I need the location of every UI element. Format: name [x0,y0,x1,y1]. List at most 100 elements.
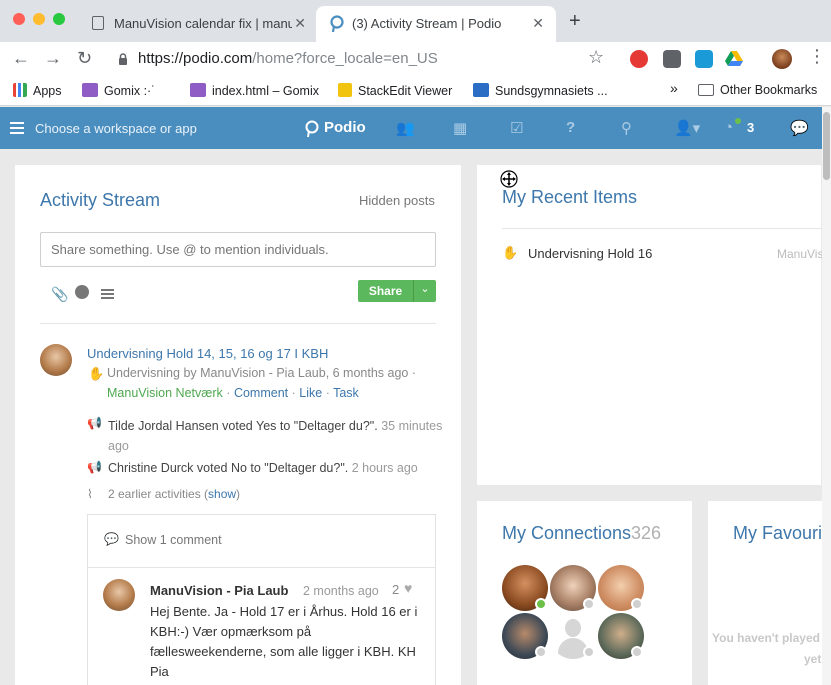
podio-header: Choose a workspace or app Podio 👥 ▦ ☑ ? … [0,107,831,149]
tab-title: ManuVision calendar fix | manu [114,16,292,31]
comment-time: 2 months ago [303,584,379,598]
connections-count: 326 [631,523,662,543]
hamburger-menu-icon[interactable] [10,122,24,124]
browser-tab-strip: ManuVision calendar fix | manu ✕ (3) Act… [0,0,831,42]
share-input[interactable] [40,232,436,267]
apps-grid-icon [13,83,27,97]
offline-status-dot [535,646,547,658]
adblock-icon[interactable] [630,50,648,68]
close-window-button[interactable] [13,13,25,25]
stackedit-icon [338,83,352,97]
star-icon[interactable]: ☆ [588,47,604,68]
attachment-icon[interactable]: 📎 [51,286,68,303]
bookmarks-bar: Apps Gomix :·˙ index.html – Gomix StackE… [0,76,831,106]
share-extension-icon[interactable] [695,50,713,68]
hand-icon: ✋ [502,245,519,260]
search-icon[interactable]: ⚲ [621,119,632,137]
divider [502,228,821,229]
bookmarks-overflow-icon[interactable]: » [670,80,678,96]
share-dropdown-chevron-icon[interactable]: ⌄ [414,282,436,300]
earlier-activities: 2 earlier activities (show) [108,487,241,501]
bookmark-gomix[interactable]: Gomix :·˙ [82,83,155,98]
show-earlier-link[interactable]: show [208,487,236,501]
activity-item-title[interactable]: Undervisning Hold 14, 15, 16 og 17 I KBH [87,346,328,361]
comment-bubble-icon: 💬 [104,532,119,546]
vote-entry: Christine Durck voted No to "Deltager du… [108,461,418,475]
format-text-icon[interactable] [101,289,114,291]
podio-favicon-icon [330,15,344,33]
move-cursor-icon [500,170,518,188]
notifications-rss-icon[interactable]: ◔ [724,119,733,136]
document-icon [92,16,104,30]
new-tab-icon[interactable]: + [569,10,581,33]
connections-card: My Connections 326 [477,501,692,685]
close-tab-icon[interactable]: ✕ [294,15,306,32]
bookmark-apps[interactable]: Apps [13,83,62,98]
comment-link[interactable]: Comment [234,386,288,400]
forward-icon[interactable]: → [44,48,62,69]
offline-status-dot [583,598,595,610]
divider [40,323,436,324]
browser-tab[interactable]: ManuVision calendar fix | manu ✕ [78,6,318,42]
workspace-chooser[interactable]: Choose a workspace or app [35,121,197,136]
bookmark-index-gomix[interactable]: index.html – Gomix [190,83,319,98]
activity-stream-card: Activity Stream Hidden posts 📎 Share ⌄ U… [15,165,461,685]
page-scrollbar[interactable] [822,107,831,685]
show-comment-link[interactable]: Show 1 comment [125,533,222,547]
close-tab-icon[interactable]: ✕ [532,15,544,32]
globe-icon[interactable] [75,285,89,299]
megaphone-icon: 📢 [87,460,102,474]
gomix-icon [82,83,98,97]
activity-item-meta: Undervisning by ManuVision - Pia Laub, 6… [107,366,417,380]
profile-avatar[interactable] [772,49,792,69]
activity-item-actions: ManuVision Netværk · Comment · Like · Ta… [107,386,359,400]
megaphone-icon: 📢 [87,416,102,430]
recent-items-card: My Recent Items ✋ Undervisning Hold 16 M… [477,165,824,485]
comment-like-count: 2 [392,582,400,597]
heart-icon[interactable]: ♥ [404,580,412,596]
bookmark-other[interactable]: Other Bookmarks [698,83,817,97]
pocket-icon[interactable] [663,50,681,68]
offline-status-dot [631,646,643,658]
recent-item-workspace: ManuVis [777,247,824,261]
tasks-icon[interactable]: ☑ [510,119,523,137]
like-link[interactable]: Like [299,386,322,400]
url-path: /home?force_locale=en_US [252,50,438,67]
notification-dot [735,118,741,124]
chat-icon[interactable]: 💬 [790,119,809,137]
workspace-link[interactable]: ManuVision Netværk [107,386,223,400]
sharepoint-icon [473,83,489,97]
user-menu-icon[interactable]: 👤▾ [674,119,700,137]
recent-item-link[interactable]: Undervisning Hold 16 [528,246,652,261]
minimize-window-button[interactable] [33,13,45,25]
podio-logo[interactable]: Podio [324,119,366,136]
reload-icon[interactable]: ↻ [77,48,92,69]
task-link[interactable]: Task [333,386,359,400]
share-button[interactable]: Share [358,280,413,302]
url-domain: https://podio.com [138,50,253,67]
hidden-posts-link[interactable]: Hidden posts [359,193,435,208]
activity-chart-icon: ⌇ [87,487,93,501]
notifications-count[interactable]: 3 [747,120,754,135]
menu-dots-icon[interactable]: ⋮ [808,46,826,67]
back-icon[interactable]: ← [12,48,30,69]
comment-author[interactable]: ManuVision - Pia Laub [150,583,288,598]
contacts-icon[interactable]: 👥 [396,119,415,137]
maximize-window-button[interactable] [53,13,65,25]
bookmark-sundsgymnasiets[interactable]: Sundsgymnasiets ... [473,83,608,98]
browser-tab-active[interactable]: (3) Activity Stream | Podio ✕ [316,6,556,42]
offline-status-dot [631,598,643,610]
author-link[interactable]: ManuVision - Pia Laub [200,366,326,380]
google-drive-icon[interactable] [725,51,743,67]
address-bar[interactable]: https://podio.com/home?force_locale=en_U… [138,50,438,67]
tab-title: (3) Activity Stream | Podio [352,16,502,31]
help-icon[interactable]: ? [566,119,575,136]
calendar-icon[interactable]: ▦ [453,119,467,137]
lock-icon [119,53,127,65]
comment-author-avatar[interactable] [103,579,135,611]
scrollbar-thumb[interactable] [823,112,830,180]
podio-logo-icon [305,120,319,138]
author-avatar[interactable] [40,344,72,376]
bookmark-stackedit[interactable]: StackEdit Viewer [338,83,452,98]
favourites-card: My Favourite You haven't played yet. [708,501,831,685]
